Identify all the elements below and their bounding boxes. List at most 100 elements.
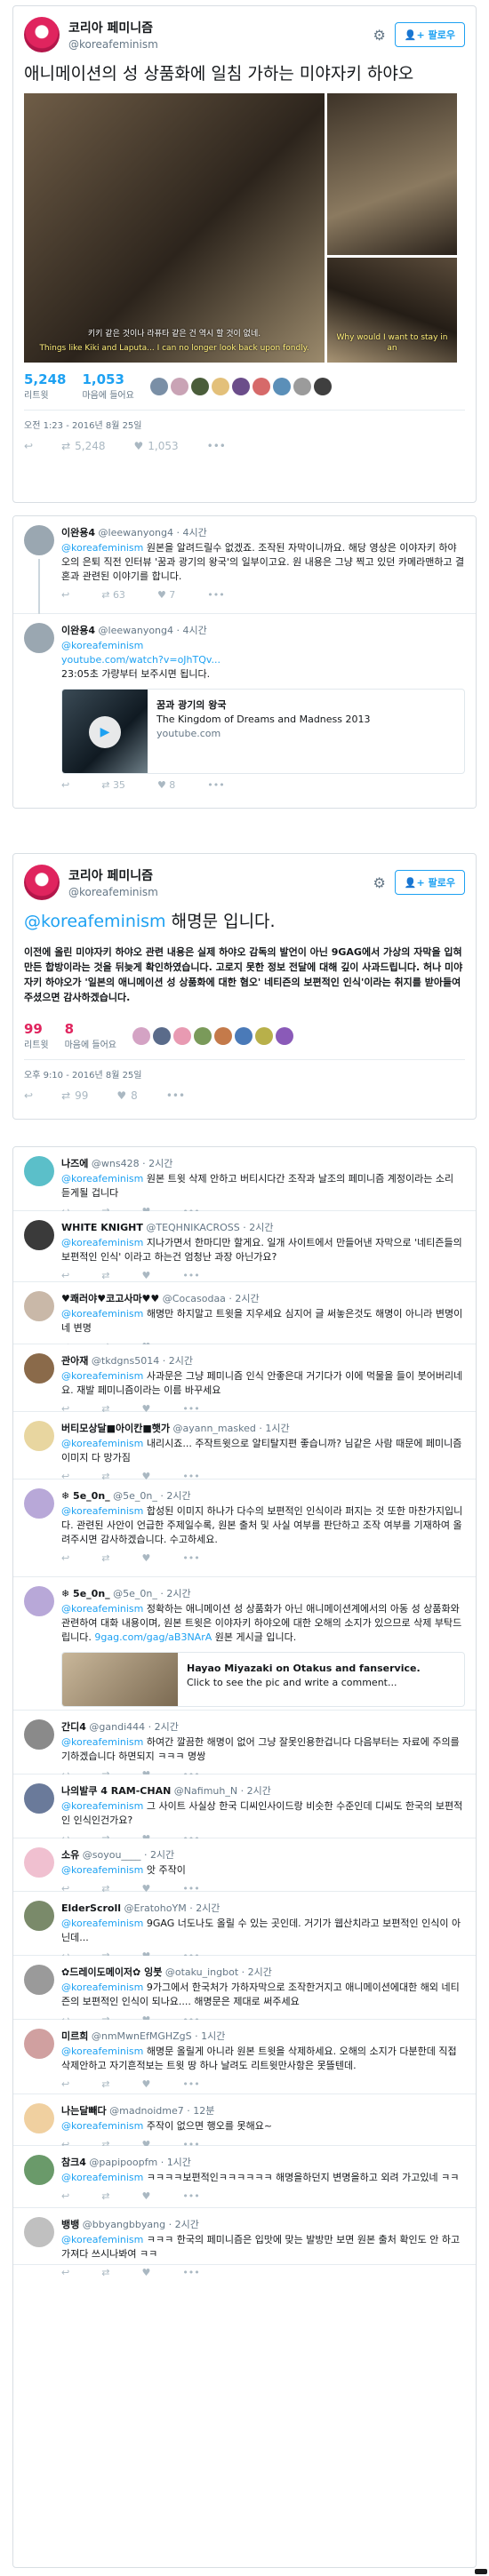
avatar[interactable] [293,377,311,395]
link-preview-card[interactable]: Hayao Miyazaki on Otakus and fanservice.… [61,1652,465,1707]
reply-time[interactable]: 2시간 [249,1222,273,1233]
retweet-stat[interactable]: 5,248 리트윗 [24,371,66,401]
reply-time[interactable]: 2시간 [150,1849,174,1861]
reply-item[interactable]: 관아재 @tkdgns5014 · 2시간 @koreafeminism 사과문은… [13,1344,476,1415]
avatar[interactable] [24,1220,54,1250]
mention-link[interactable]: @koreafeminism [61,1864,143,1876]
reply-author[interactable]: 소유 [61,1849,79,1861]
reply-handle[interactable]: @ayann_masked [173,1423,256,1434]
avatar[interactable] [24,17,60,52]
avatar[interactable] [170,377,188,395]
reply-time[interactable]: 1시간 [167,2157,191,2168]
avatar[interactable] [24,1353,54,1384]
avatar[interactable] [24,1421,54,1451]
reply-author[interactable]: ♥쾌러야♥코고사마♥♥ [61,1293,159,1304]
reply-icon[interactable]: ↩ [61,2190,69,2202]
reply-author[interactable]: ElderScroll [61,1902,121,1914]
reply-item[interactable]: ♥쾌러야♥코고사마♥♥ @Cocasodaa · 2시간 @koreafemini… [13,1282,476,1352]
mention-link[interactable]: @koreafeminism [61,2046,143,2057]
mention-link[interactable]: @koreafeminism [61,2234,143,2245]
author-handle[interactable]: @koreafeminism [68,38,373,51]
gear-icon[interactable]: ⚙ [373,27,386,44]
reply-button[interactable]: ↩ [24,440,33,452]
retweet-icon[interactable]: ⇄ [101,2190,109,2202]
reply-handle[interactable]: @leewanyong4 [99,625,174,636]
reply-time[interactable]: 1시간 [265,1423,289,1434]
mention-link[interactable]: @koreafeminism [24,912,166,931]
mention-link[interactable]: @koreafeminism [61,542,143,554]
reply-handle[interactable]: @EratohoYM [124,1902,187,1914]
reply-handle[interactable]: @TEQHNIKACROSS [146,1222,239,1233]
reply-item[interactable]: 나의발쿠 4 RAM-CHAN @Nafimuh_N · 2시간 @koreafe… [13,1774,476,1845]
media-image-3[interactable]: Why would I want to stay in an [327,258,457,363]
avatar[interactable] [24,623,54,653]
avatar[interactable] [149,377,168,395]
like-stat[interactable]: 1,053 마음에 들어요 [82,371,133,401]
reply-handle[interactable]: @soyou____ [83,1849,141,1861]
reply-time[interactable]: 2시간 [148,1158,172,1169]
reply-item[interactable]: ElderScroll @EratohoYM · 2시간 @koreafemini… [13,1892,476,1962]
mention-link[interactable]: @koreafeminism [61,1438,143,1449]
reply-time[interactable]: 2시간 [155,1721,179,1733]
avatar[interactable] [153,1026,171,1045]
reply-author[interactable]: 버티모상달■아이칸■햇가 [61,1423,170,1434]
like-button[interactable]: ♥ 7 [157,589,175,601]
reply-handle[interactable]: @otaku_ingbot [165,1966,238,1978]
reply-handle[interactable]: @papipoopfm [89,2157,157,2168]
mention-link[interactable]: @koreafeminism [61,1237,143,1248]
reply-time[interactable]: 2시간 [175,2219,199,2230]
reply-item[interactable]: 나즈에 @wns428 · 2시간 @koreafeminism 원본 트윗 삭제… [13,1147,476,1217]
reply-item[interactable]: WHITE KNIGHT @TEQHNIKACROSS · 2시간 @koreaf… [13,1211,476,1282]
more-icon[interactable]: ••• [182,1552,199,1564]
reply-time[interactable]: 4시간 [183,625,207,636]
mention-link[interactable]: @koreafeminism [61,1800,143,1812]
reply-time[interactable]: 2시간 [196,1902,220,1914]
avatar[interactable] [24,2155,54,2185]
avatar[interactable] [276,1026,293,1045]
retweet-icon[interactable]: ⇄ [101,2267,109,2278]
retweet-button[interactable]: ⇄ 99 [61,1089,88,1102]
heart-icon[interactable]: ♥ [141,1552,150,1564]
video-thumbnail[interactable]: ▶ [62,690,148,773]
like-button[interactable]: ♥ 8 [157,779,175,791]
more-icon[interactable]: ••• [182,1270,199,1281]
reply-author[interactable]: 뱅뱅 [61,2219,79,2230]
reply-handle[interactable]: @tkdgns5014 [92,1355,159,1367]
more-icon[interactable]: ••• [207,779,224,791]
youtube-link[interactable]: youtube.com/watch?v=oJhTQv... [61,654,220,666]
reply-author[interactable]: ❄ 5e_0n_ [61,1588,110,1599]
retweet-button[interactable]: ⇄ 5,248 [61,440,105,452]
avatar[interactable] [173,1026,191,1045]
reply-icon[interactable]: ↩ [61,2078,69,2090]
reply-time[interactable]: 2시간 [166,1490,190,1502]
tweet-timestamp[interactable]: 오후 9:10 - 2016년 8월 25일 [13,1060,476,1084]
more-icon[interactable]: ••• [182,2267,199,2278]
gear-icon[interactable]: ⚙ [373,874,386,891]
reply-handle[interactable]: @5e_0n_ [113,1490,157,1502]
avatar[interactable] [24,1901,54,1931]
avatar[interactable] [24,1291,54,1321]
like-stat[interactable]: 8 마음에 들어요 [65,1021,116,1050]
author-handle[interactable]: @koreafeminism [68,886,373,898]
reply-author[interactable]: 나는달빼다 [61,2105,107,2117]
play-icon[interactable]: ▶ [89,716,121,748]
reply-item[interactable]: 소유 @soyou____ · 2시간 @koreafeminism 앗 주작이 ↩… [13,1838,476,1894]
mention-link[interactable]: @koreafeminism [61,1505,143,1517]
avatar[interactable] [132,1026,150,1045]
reply-handle[interactable]: @nmMwnEfMGHZgS [92,2030,192,2042]
avatar[interactable] [24,2029,54,2059]
link-preview-card[interactable]: ▶ 꿈과 광기의 왕국 The Kingdom of Dreams and Ma… [61,689,465,774]
reply-handle[interactable]: @leewanyong4 [99,527,174,538]
retweet-button[interactable]: ⇄ 35 [101,779,125,791]
avatar[interactable] [24,2217,54,2247]
reply-time[interactable]: 2시간 [248,1966,272,1978]
reply-author[interactable]: 나의발쿠 4 RAM-CHAN [61,1785,171,1797]
reply-handle[interactable]: @gandi444 [89,1721,145,1733]
avatar[interactable] [24,1847,54,1878]
more-icon[interactable]: ••• [207,589,224,601]
retweet-icon[interactable]: ⇄ [101,1270,109,1281]
mention-link[interactable]: @koreafeminism [61,1736,143,1748]
reply-item[interactable]: 참크4 @papipoopfm · 1시간 @koreafeminism ㅋㅋㅋㅋ… [13,2146,476,2208]
scrollbar[interactable] [475,2569,487,2574]
link-card-image[interactable] [62,1653,178,1706]
